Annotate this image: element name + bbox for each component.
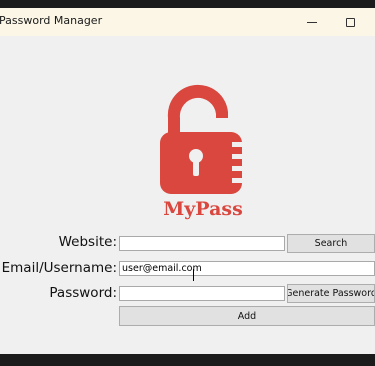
password-label: Password:: [49, 285, 117, 301]
minimize-button[interactable]: [293, 8, 331, 36]
window-title: Password Manager: [0, 14, 103, 27]
minimize-icon: [307, 21, 317, 23]
desktop-frame: Password Manager MyPass Website: Search …: [0, 0, 375, 366]
email-label: Email/Username:: [1, 260, 117, 276]
website-input[interactable]: [119, 236, 285, 251]
website-label: Website:: [58, 234, 117, 250]
email-input[interactable]: [119, 261, 375, 276]
maximize-icon: [345, 17, 355, 27]
title-bar[interactable]: Password Manager: [0, 8, 375, 36]
logo-text: MyPass: [163, 198, 243, 220]
add-button[interactable]: Add: [119, 306, 375, 326]
app-window: Password Manager MyPass Website: Search …: [0, 8, 375, 354]
text-caret: [193, 269, 194, 281]
password-input[interactable]: [119, 286, 285, 301]
generate-password-button[interactable]: Generate Password: [287, 284, 375, 303]
maximize-button[interactable]: [331, 8, 369, 36]
mypass-logo: MyPass: [160, 84, 244, 220]
search-button[interactable]: Search: [287, 234, 375, 253]
padlock-icon: [160, 84, 242, 194]
